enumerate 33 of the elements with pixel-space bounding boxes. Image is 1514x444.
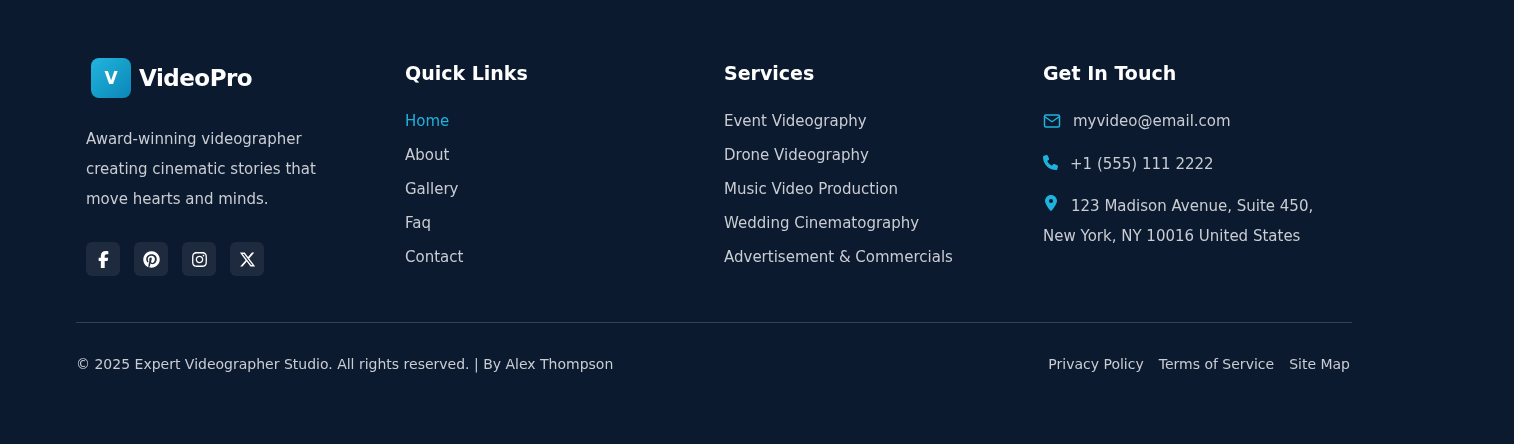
social-button[interactable] bbox=[134, 242, 168, 276]
x-icon bbox=[238, 250, 256, 268]
service-link[interactable]: Music Video Production bbox=[724, 180, 899, 198]
service-link[interactable]: Drone Videography bbox=[724, 146, 869, 164]
mail-icon bbox=[1043, 112, 1061, 130]
legal-link[interactable]: Privacy Policy bbox=[1048, 356, 1144, 372]
legal-link[interactable]: Terms of Service bbox=[1158, 356, 1275, 372]
nav-link[interactable]: Gallery bbox=[405, 180, 459, 198]
pinterest-icon bbox=[142, 250, 160, 268]
service-link[interactable]: Wedding Cinematography bbox=[724, 214, 920, 232]
nav-link[interactable]: About bbox=[405, 146, 450, 164]
address-text: 123 Madison Avenue, Suite 450, New York, NY 10016 United States bbox=[1043, 194, 1315, 247]
instagram-icon bbox=[190, 250, 208, 268]
nav-link[interactable]: Faq bbox=[405, 214, 431, 232]
social-button[interactable] bbox=[86, 242, 120, 276]
nav-link[interactable]: Home bbox=[405, 112, 450, 130]
location-pin-icon bbox=[1043, 195, 1059, 211]
column-heading: Quick Links bbox=[405, 62, 529, 84]
column-heading: Get In Touch bbox=[1043, 62, 1178, 84]
logo-icon: V bbox=[91, 58, 131, 98]
social-button[interactable] bbox=[182, 242, 216, 276]
social-button[interactable] bbox=[230, 242, 264, 276]
copyright-text: © 2025 Expert Videographer Studio. All rights reserved. | By Alex Thompson bbox=[76, 356, 614, 372]
service-link[interactable]: Advertisement & Commercials bbox=[724, 248, 953, 266]
nav-link[interactable]: Contact bbox=[405, 248, 464, 266]
brand-name: VideoPro bbox=[139, 65, 253, 91]
legal-link[interactable]: Site Map bbox=[1289, 356, 1350, 372]
column-heading: Services bbox=[724, 62, 816, 84]
service-link[interactable]: Event Videography bbox=[724, 112, 867, 130]
contact-text: +1 (555) 111 2222 bbox=[1070, 155, 1214, 173]
phone-icon bbox=[1043, 155, 1058, 170]
contact-text: myvideo@email.com bbox=[1073, 112, 1231, 130]
tagline: Award-winning videographer creating cinematic stories that move hearts and minds. bbox=[86, 129, 317, 210]
